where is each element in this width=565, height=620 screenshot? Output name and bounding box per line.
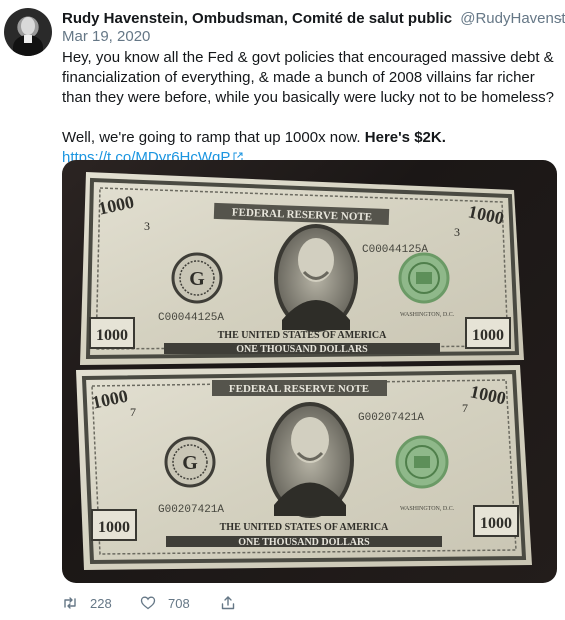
bill-top-corner-mark-tl: 3	[144, 219, 150, 233]
avatar-face	[21, 17, 35, 35]
bill-top-footer-bottom: ONE THOUSAND DOLLARS	[236, 344, 368, 355]
bill-top-seal-letter: G	[189, 268, 205, 290]
bill-bottom-corner-mark-tl: 7	[130, 405, 136, 419]
like-button[interactable]: 708	[140, 592, 190, 614]
bill-top-serial-right: C00044125A	[362, 244, 428, 256]
avatar-collar	[24, 35, 32, 43]
banknotes-photo: FEDERAL RESERVE NOTE G C00044125A C00044…	[76, 172, 532, 570]
retweet-button[interactable]: 228	[62, 592, 112, 614]
tweet-header: Rudy Havenstein, Ombudsman, Comité de sa…	[62, 9, 565, 29]
tweet-paragraph-2-plain: Well, we're going to ramp that up 1000x …	[62, 129, 361, 146]
display-name[interactable]: Rudy Havenstein, Ombudsman, Comité de sa…	[62, 10, 452, 27]
tweet-actions: 228 708	[62, 592, 322, 614]
bill-bottom-serial-left: G00207421A	[158, 504, 224, 516]
bill-bottom-place: WASHINGTON, D.C.	[400, 506, 455, 512]
tweet-text: Hey, you know all the Fed & govt policie…	[62, 48, 557, 168]
bill-bottom-corner-value-bl: 1000	[98, 519, 130, 536]
share-button[interactable]	[220, 592, 236, 614]
user-handle[interactable]: @RudyHavenstein	[460, 10, 565, 27]
bill-bottom: FEDERAL RESERVE NOTE G G00207421A G00207…	[76, 365, 532, 570]
avatar[interactable]	[4, 8, 52, 56]
tweet-paragraph-2: Well, we're going to ramp that up 1000x …	[62, 128, 557, 148]
bill-top-serial-left: C00044125A	[158, 312, 224, 324]
tweet-paragraph-2-bold: Here's $2K.	[364, 129, 446, 146]
bill-top-corner-value-bl: 1000	[96, 327, 128, 344]
bill-bottom-corner-mark-tr: 7	[462, 401, 468, 415]
share-icon	[221, 596, 235, 610]
tweet: Rudy Havenstein, Ombudsman, Comité de sa…	[0, 0, 565, 620]
tweet-paragraph-1: Hey, you know all the Fed & govt policie…	[62, 49, 554, 106]
bill-top-footer-top: THE UNITED STATES OF AMERICA	[218, 330, 388, 341]
bill-bottom-header: FEDERAL RESERVE NOTE	[229, 383, 369, 395]
bill-top-place: WASHINGTON, D.C.	[400, 312, 455, 318]
bill-bottom-serial-right: G00207421A	[358, 412, 424, 424]
retweet-icon	[64, 597, 76, 609]
like-count: 708	[168, 595, 190, 611]
bill-top-corner-value-br: 1000	[472, 327, 504, 344]
tweet-media-photo[interactable]: FEDERAL RESERVE NOTE G C00044125A C00044…	[62, 160, 557, 583]
bill-top-corner-mark-tr: 3	[454, 225, 460, 239]
bill-bottom-footer-bottom: ONE THOUSAND DOLLARS	[238, 537, 370, 548]
heart-icon	[140, 596, 156, 610]
bill-bottom-footer-top: THE UNITED STATES OF AMERICA	[220, 522, 390, 533]
bill-top: FEDERAL RESERVE NOTE G C00044125A C00044…	[80, 172, 524, 365]
bill-bottom-seal-letter: G	[182, 452, 198, 474]
retweet-count: 228	[90, 595, 112, 611]
tweet-date[interactable]: Mar 19, 2020	[62, 27, 150, 47]
bill-bottom-corner-value-br: 1000	[480, 515, 512, 532]
more-options-icon[interactable]: ·	[559, 9, 563, 29]
